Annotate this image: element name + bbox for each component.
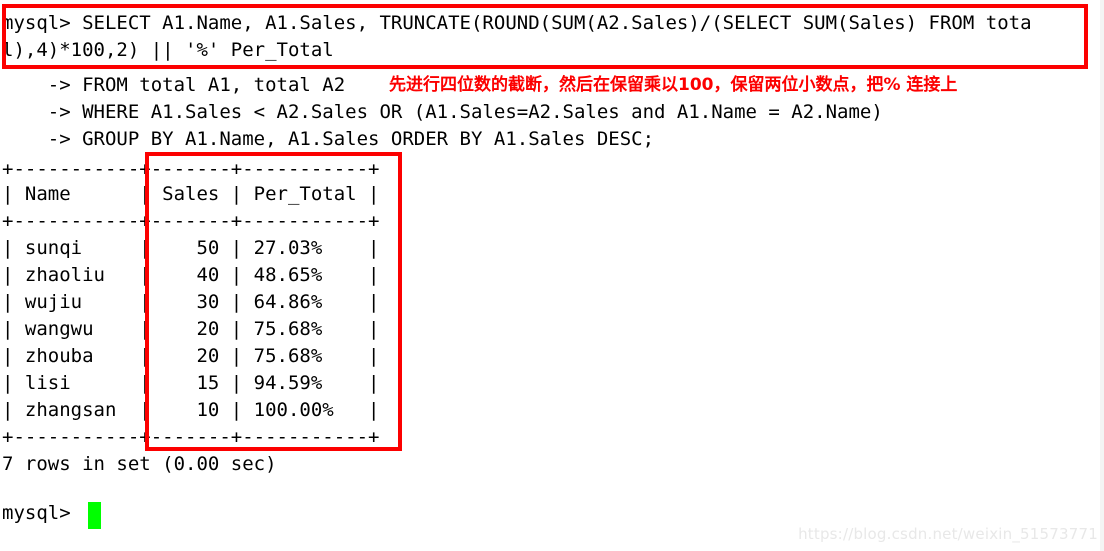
csdn-watermark: https://blog.csdn.net/weixin_51573771 — [798, 525, 1098, 543]
table-row: | zhangsan | 10 | 100.00% | — [2, 399, 380, 421]
table-row: | wujiu | 30 | 64.86% | — [2, 291, 380, 313]
terminal-cursor — [88, 502, 101, 529]
table-row: | lisi | 15 | 94.59% | — [2, 372, 380, 394]
table-header-row: | Name | Sales | Per_Total | — [2, 183, 380, 205]
terminal-line-query-2: l),4)*100,2) || '%' Per_Total — [2, 39, 334, 61]
terminal-prompt[interactable]: mysql> — [2, 500, 82, 527]
terminal-line-groupby: -> GROUP BY A1.Name, A1.Sales ORDER BY A… — [2, 128, 655, 150]
terminal-line-where: -> WHERE A1.Sales < A2.Sales OR (A1.Sale… — [2, 101, 883, 123]
table-row: | zhaoliu | 40 | 48.65% | — [2, 264, 380, 286]
terminal-screen: mysql> SELECT A1.Name, A1.Sales, TRUNCAT… — [0, 0, 1104, 551]
table-border-top: +-----------+-------+-----------+ — [2, 158, 380, 180]
result-summary: 7 rows in set (0.00 sec) — [2, 453, 277, 475]
table-row: | zhouba | 20 | 75.68% | — [2, 345, 380, 367]
terminal-line-query-1: mysql> SELECT A1.Name, A1.Sales, TRUNCAT… — [2, 12, 1032, 34]
table-border-header: +-----------+-------+-----------+ — [2, 210, 380, 232]
table-border-bottom: +-----------+-------+-----------+ — [2, 426, 380, 448]
chinese-annotation-note: 先进行四位数的截断，然后在保留乘以100，保留两位小数点，把% 连接上 — [389, 75, 958, 95]
table-row: | sunqi | 50 | 27.03% | — [2, 237, 380, 259]
table-row: | wangwu | 20 | 75.68% | — [2, 318, 380, 340]
right-edge-strip — [1100, 0, 1104, 551]
terminal-line-from: -> FROM total A1, total A2 — [2, 74, 346, 96]
